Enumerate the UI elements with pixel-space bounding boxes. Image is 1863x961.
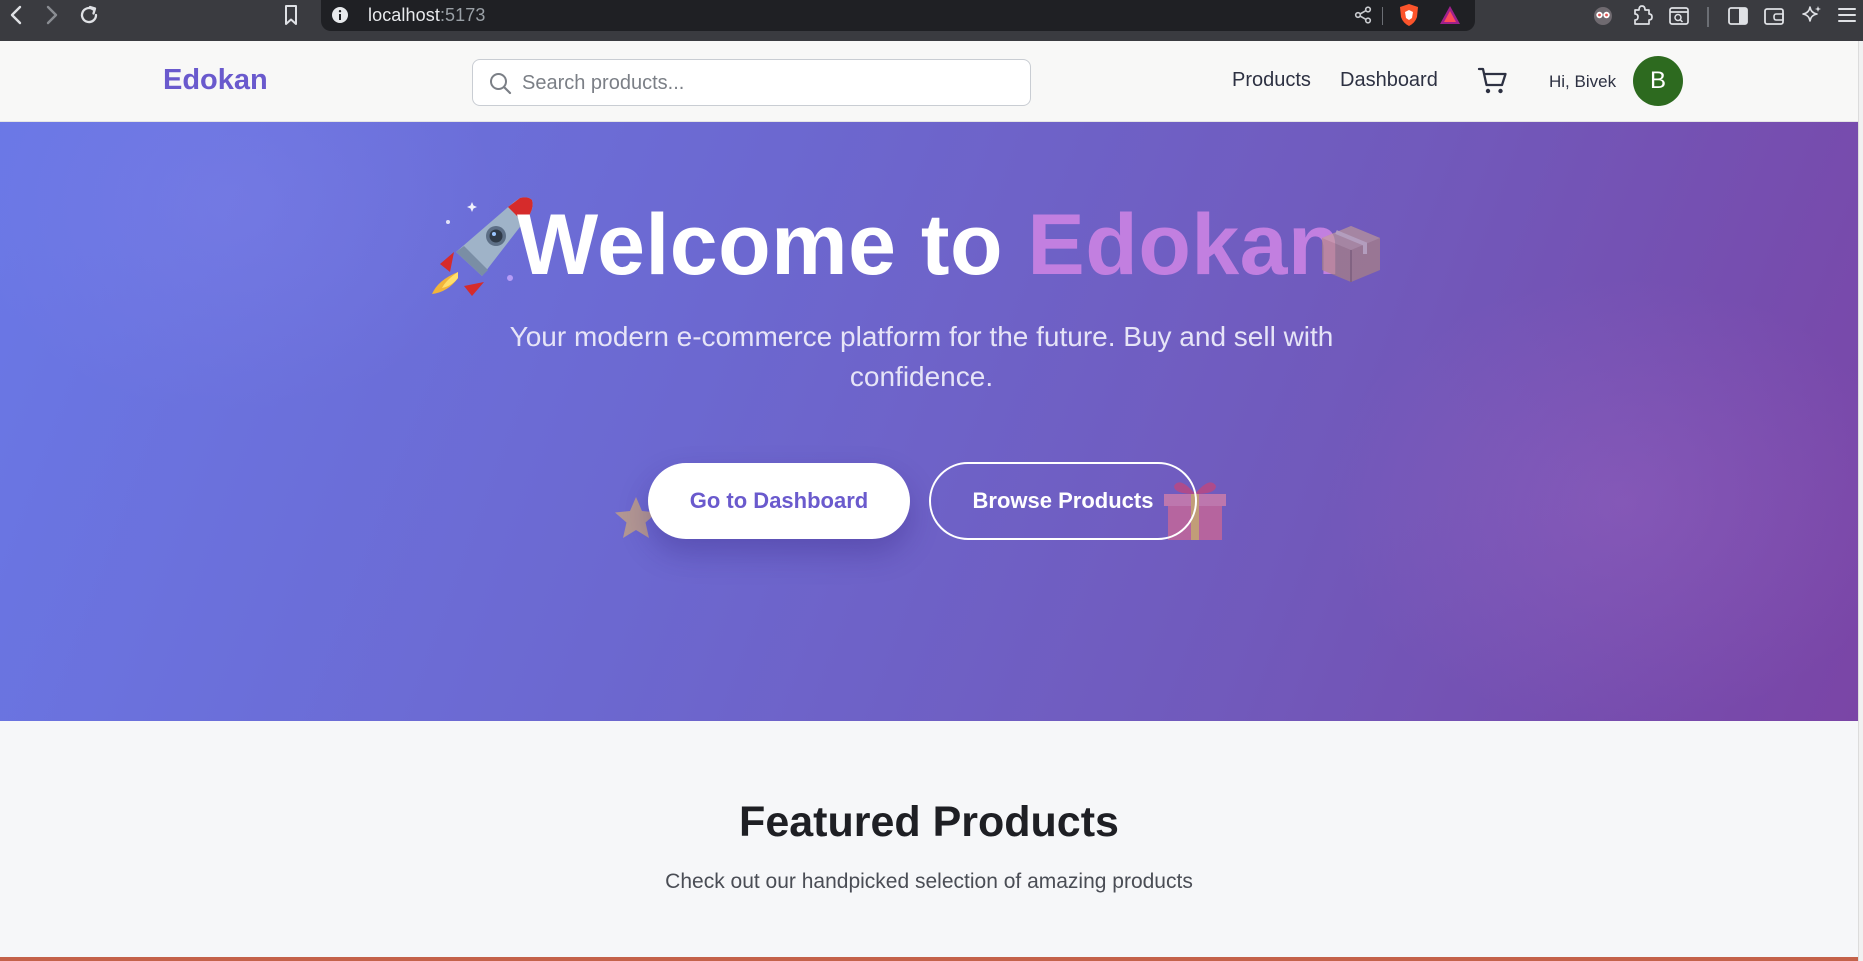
cart-icon[interactable] — [1477, 66, 1509, 101]
user-greeting: Hi, Bivek — [1549, 72, 1617, 91]
browse-products-button[interactable]: Browse Products — [929, 462, 1197, 540]
hero-title: Welcome to Edokan — [0, 196, 1858, 295]
leo-ai-icon[interactable] — [1800, 3, 1824, 27]
tab-search-icon[interactable] — [1667, 4, 1691, 28]
brave-shield-icon[interactable] — [1397, 3, 1421, 27]
url-host: localhost — [368, 5, 440, 25]
search-box[interactable] — [472, 59, 1031, 106]
search-input[interactable] — [522, 68, 1017, 98]
share-icon[interactable] — [1352, 4, 1374, 26]
avatar[interactable]: B — [1633, 56, 1683, 106]
forward-icon[interactable] — [41, 3, 63, 27]
site-info-icon[interactable] — [330, 5, 350, 25]
url-port: :5173 — [439, 5, 486, 25]
sidebar-icon[interactable] — [1726, 4, 1750, 28]
box-icon — [1318, 222, 1384, 291]
brand-logo[interactable]: Edokan — [163, 64, 268, 97]
reload-icon[interactable] — [77, 2, 101, 28]
go-to-dashboard-button[interactable]: Go to Dashboard — [648, 463, 910, 539]
puzzle-icon[interactable] — [1630, 3, 1654, 27]
toolbar-divider — [1707, 7, 1709, 27]
section-divider — [0, 957, 1858, 961]
nav-link-dashboard[interactable]: Dashboard — [1340, 69, 1438, 92]
brave-rewards-icon[interactable] — [1438, 4, 1462, 26]
address-bar[interactable] — [321, 0, 1475, 31]
back-icon[interactable] — [5, 3, 27, 27]
nav-link-products[interactable]: Products — [1232, 69, 1311, 92]
wallet-icon[interactable] — [1762, 4, 1786, 28]
app-navbar: Edokan Products Dashboard Hi, Bivek B — [0, 41, 1858, 122]
featured-title: Featured Products — [739, 798, 1119, 846]
extension-icon[interactable] — [1591, 4, 1615, 28]
hero-title-prefix: Welcome to — [516, 197, 1028, 293]
url-divider — [1382, 7, 1383, 25]
scrollbar-track[interactable] — [1858, 41, 1863, 961]
browser-toolbar: localhost:5173 — [0, 0, 1863, 41]
bookmark-icon[interactable] — [280, 3, 302, 27]
hero-title-accent: Edokan — [1027, 197, 1342, 293]
hero-subtitle: Your modern e-commerce platform for the … — [509, 321, 1334, 392]
hero-section: Welcome to Edokan Your modern e-commerce… — [0, 122, 1858, 721]
featured-subtitle: Check out our handpicked selection of am… — [665, 870, 1193, 893]
menu-icon[interactable] — [1836, 5, 1858, 25]
search-icon — [488, 71, 513, 101]
url-text[interactable]: localhost:5173 — [368, 5, 486, 26]
